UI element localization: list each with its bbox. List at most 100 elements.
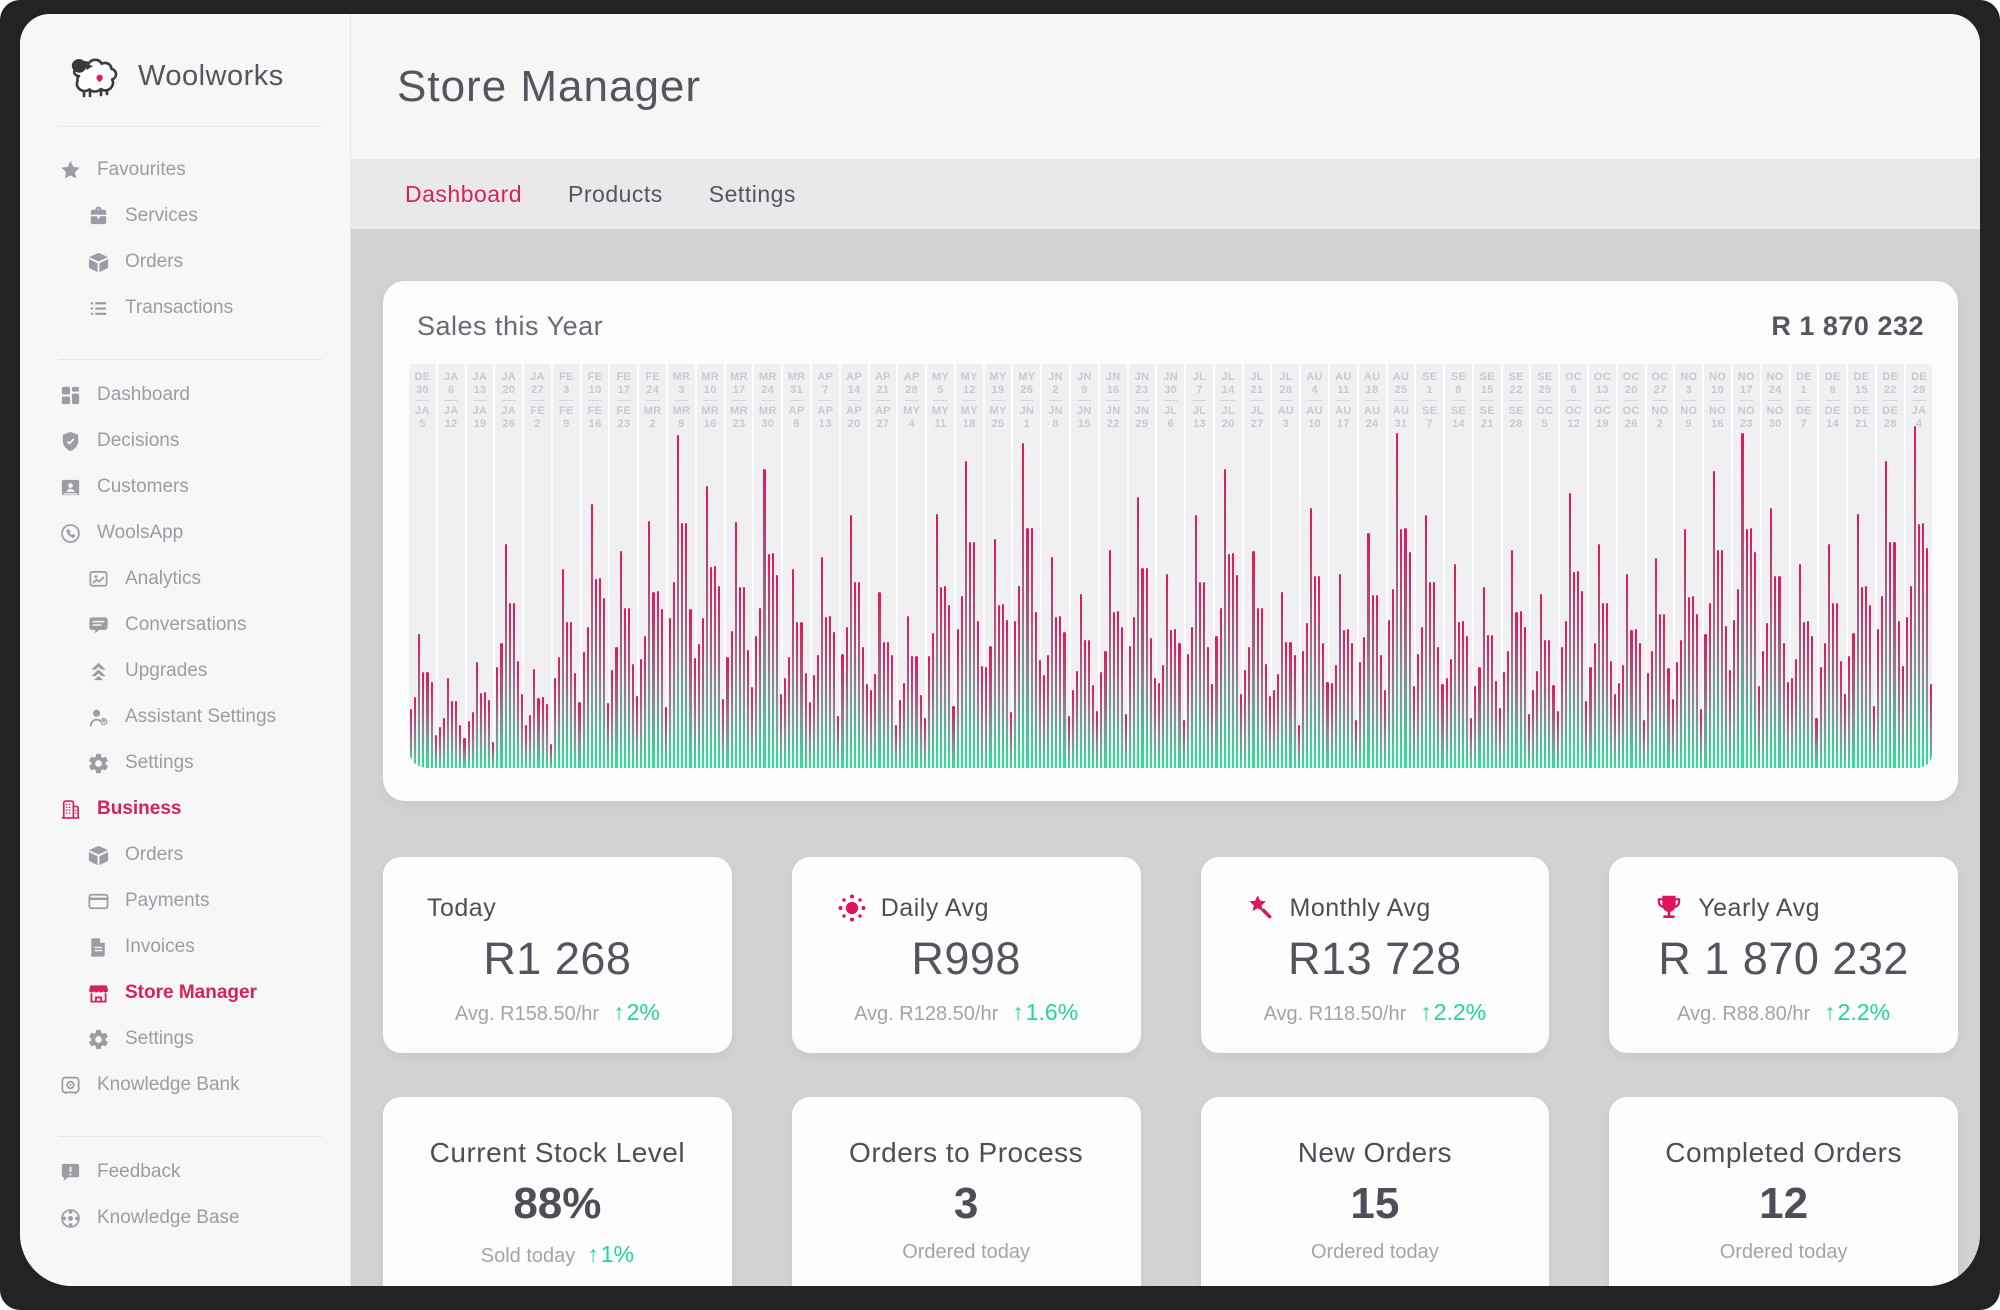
sales-bar: [1207, 647, 1209, 768]
sales-bar: [1885, 461, 1887, 768]
sales-bar: [883, 642, 885, 768]
sales-bar: [1528, 714, 1530, 768]
sidebar-item-feedback[interactable]: Feedback: [20, 1149, 350, 1195]
stat-card-header: Yearly Avg: [1653, 891, 1914, 925]
sidebar-item-orders[interactable]: Orders: [20, 239, 350, 285]
chat-lines-icon: [86, 613, 110, 637]
week-start-label: JL21: [1244, 371, 1271, 396]
sales-bar: [1684, 529, 1686, 769]
sales-bar: [1306, 623, 1308, 768]
sales-bar: [1565, 621, 1567, 768]
sidebar-item-business[interactable]: Business: [20, 786, 350, 832]
sidebar-item-customers[interactable]: Customers: [20, 464, 350, 510]
sales-bar: [492, 742, 494, 768]
week-start-label: FE3: [553, 371, 580, 396]
sidebar-item-orders[interactable]: Orders: [20, 832, 350, 878]
sales-bar: [1109, 550, 1111, 768]
sidebar-item-label: Settings: [125, 752, 194, 774]
tab-products[interactable]: Products: [568, 181, 663, 208]
sales-bar: [1347, 629, 1349, 768]
sales-bar: [1733, 620, 1735, 768]
sales-bar: [1709, 603, 1711, 769]
week-start-label: NO10: [1704, 371, 1731, 396]
sales-bar: [1158, 683, 1160, 769]
week-start-label: MY26: [1013, 371, 1040, 396]
sales-bar: [443, 718, 445, 769]
sales-bar: [587, 627, 589, 768]
sales-bar: [878, 592, 880, 768]
tab-settings[interactable]: Settings: [709, 181, 796, 208]
sidebar-item-label: Store Manager: [125, 982, 257, 1004]
storefront-icon: [86, 981, 110, 1005]
tab-dashboard[interactable]: Dashboard: [405, 181, 522, 208]
summary-card-value: 15: [1245, 1179, 1506, 1229]
sales-bar: [624, 608, 626, 768]
sidebar-item-conversations[interactable]: Conversations: [20, 602, 350, 648]
sales-bar: [1010, 712, 1012, 768]
sales-bar: [747, 650, 749, 768]
sidebar-item-knowledge-base[interactable]: Knowledge Base: [20, 1195, 350, 1241]
week-start-label: FE17: [610, 371, 637, 396]
sales-bar: [739, 587, 741, 768]
sidebar-item-label: Upgrades: [125, 660, 207, 682]
sales-bar: [862, 647, 864, 768]
sales-bar: [743, 587, 745, 768]
sales-bar: [854, 582, 856, 769]
credit-card-icon: [86, 889, 110, 913]
sales-bar: [915, 656, 917, 768]
sidebar-item-assistant-settings[interactable]: Assistant Settings: [20, 694, 350, 740]
sales-bar: [1220, 608, 1222, 768]
sales-bar: [903, 683, 905, 768]
sales-bar: [1195, 515, 1197, 768]
dashboard-content: Sales this Year R 1 870 232 DE30JA5JA6JA…: [351, 229, 1980, 1286]
sidebar-item-settings[interactable]: Settings: [20, 740, 350, 786]
sidebar-item-services[interactable]: Services: [20, 193, 350, 239]
sales-bar: [780, 694, 782, 768]
sales-bar: [529, 715, 531, 768]
sales-bar: [755, 636, 757, 768]
sidebar-item-label: Settings: [125, 1028, 194, 1050]
week-start-label: JN2: [1042, 371, 1069, 396]
sales-bar: [636, 696, 638, 768]
sidebar-item-store-manager[interactable]: Store Manager: [20, 970, 350, 1016]
sidebar-item-upgrades[interactable]: Upgrades: [20, 648, 350, 694]
sidebar-item-woolsapp[interactable]: WoolsApp: [20, 510, 350, 556]
sales-bar: [1113, 612, 1115, 768]
sales-bar: [1285, 642, 1287, 768]
sidebar-item-payments[interactable]: Payments: [20, 878, 350, 924]
sales-bar: [1610, 661, 1612, 768]
sidebar-item-transactions[interactable]: Transactions: [20, 285, 350, 331]
sales-bar: [1844, 694, 1846, 768]
sales-bar: [1585, 701, 1587, 769]
sales-bar: [1372, 595, 1374, 768]
sales-bar: [1667, 668, 1669, 768]
sales-bar: [1421, 627, 1423, 768]
sidebar-item-analytics[interactable]: Analytics: [20, 556, 350, 602]
week-start-label: DE1: [1791, 371, 1818, 396]
sales-bar: [554, 678, 556, 768]
sales-bar: [472, 712, 474, 768]
sales-bar: [776, 575, 778, 768]
sales-bar: [1187, 654, 1189, 768]
star-icon: [58, 158, 82, 182]
sidebar-item-settings[interactable]: Settings: [20, 1016, 350, 1062]
sales-bar: [994, 539, 996, 768]
sales-bar: [1343, 630, 1345, 768]
sales-bar: [1228, 554, 1230, 768]
sidebar-item-invoices[interactable]: Invoices: [20, 924, 350, 970]
sidebar-item-favourites[interactable]: Favourites: [20, 147, 350, 193]
sales-bar: [1466, 636, 1468, 768]
sidebar-item-knowledge-bank[interactable]: Knowledge Bank: [20, 1062, 350, 1108]
sales-bar: [1166, 574, 1168, 768]
sales-bar: [1840, 661, 1842, 768]
sales-bar: [1811, 636, 1813, 768]
sales-bar: [1815, 718, 1817, 768]
sales-bar: [977, 621, 979, 768]
sales-bar: [1392, 589, 1394, 768]
sidebar-item-label: Services: [125, 205, 198, 227]
sales-bar: [484, 692, 486, 768]
sales-bar: [973, 542, 975, 768]
sales-bar: [1335, 665, 1337, 769]
sidebar-item-decisions[interactable]: Decisions: [20, 418, 350, 464]
sidebar-item-dashboard[interactable]: Dashboard: [20, 372, 350, 418]
